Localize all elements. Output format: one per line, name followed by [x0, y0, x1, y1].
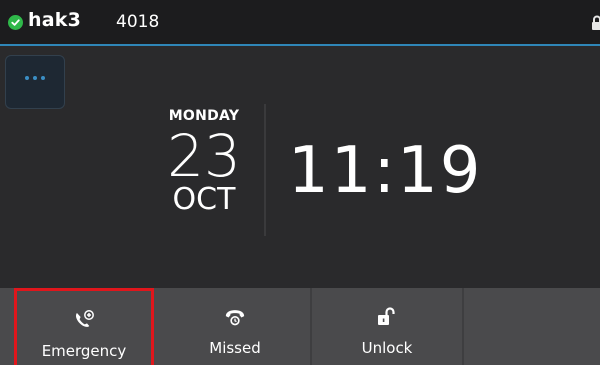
- time-display: 11:19: [288, 134, 483, 208]
- status-bar: hak3 4018: [0, 0, 600, 46]
- check-circle-icon: [8, 15, 23, 30]
- clock-divider: [264, 104, 266, 236]
- unlock-icon: [376, 307, 398, 327]
- more-dots-icon: [25, 76, 45, 80]
- softkey-label: Emergency: [41, 342, 127, 360]
- missed-softkey[interactable]: Missed: [160, 288, 312, 365]
- softkey-label: Missed: [209, 339, 261, 357]
- padlock-icon: [590, 14, 600, 32]
- empty-softkey: [464, 288, 600, 365]
- extension-number: 4018: [116, 12, 160, 32]
- softkey-bar: Emergency Missed Unlock: [0, 288, 600, 365]
- more-options-button[interactable]: [5, 55, 65, 109]
- softkey-label: Unlock: [361, 339, 413, 357]
- day-number: 23: [167, 122, 241, 190]
- date-display: MONDAY 23 OCT: [150, 108, 258, 216]
- unlock-softkey[interactable]: Unlock: [312, 288, 464, 365]
- phone-screen: hak3 4018 MONDAY 23 OCT 11:19 Emergency …: [0, 0, 600, 365]
- emergency-softkey[interactable]: Emergency: [14, 288, 154, 365]
- missed-call-icon: [224, 307, 246, 327]
- emergency-call-icon: [73, 310, 95, 330]
- account-name: hak3: [28, 9, 82, 31]
